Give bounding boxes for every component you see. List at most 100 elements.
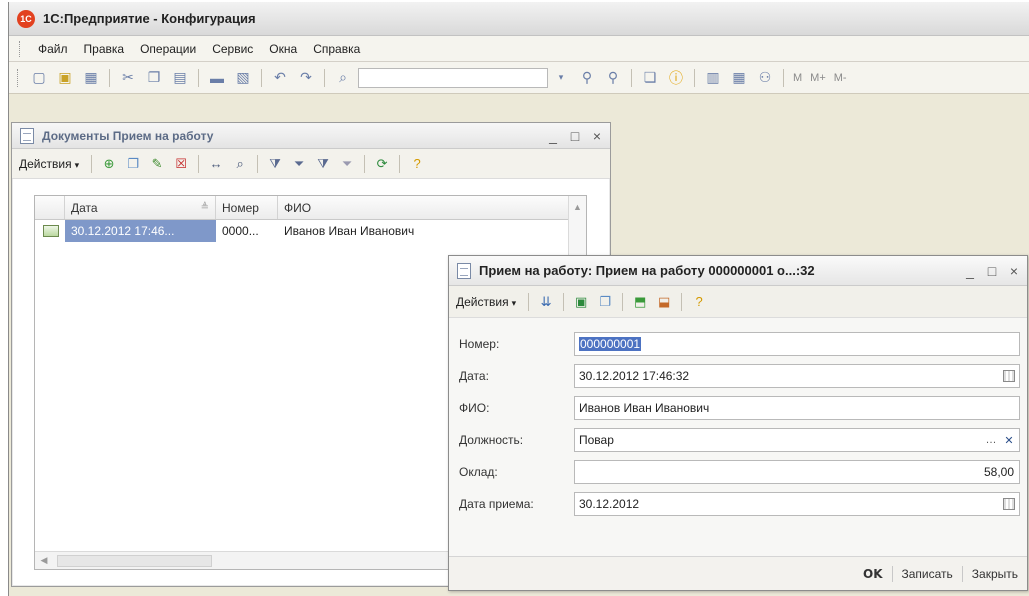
filter-icon[interactable]: ⏷: [288, 153, 310, 175]
copy-document-icon[interactable]: ❐: [594, 291, 616, 313]
find-next-icon[interactable]: ⚲: [602, 67, 624, 89]
filter-set-icon[interactable]: ⧩: [264, 153, 286, 175]
menu-service[interactable]: Сервис: [204, 42, 261, 56]
fio-input[interactable]: Иванов Иван Иванович: [574, 396, 1020, 420]
help-icon[interactable]: ?: [406, 153, 428, 175]
list-window-title-bar[interactable]: Документы Прием на работу _ □ ×: [12, 123, 610, 149]
table-row[interactable]: 30.12.2012 17:46... 0000... Иванов Иван …: [35, 220, 586, 242]
toolbar-separator: [261, 68, 262, 87]
menu-grip-icon: [19, 40, 22, 57]
menu-operations[interactable]: Операции: [132, 42, 204, 56]
salary-value: 58,00: [983, 465, 1014, 479]
hire-date-value: 30.12.2012: [579, 497, 640, 511]
new-document-icon[interactable]: ▢: [28, 67, 50, 89]
salary-input[interactable]: 58,00: [574, 460, 1020, 484]
interval-icon[interactable]: ↔: [205, 153, 227, 175]
post-icon[interactable]: ▣: [570, 291, 592, 313]
minimize-button[interactable]: _: [544, 128, 562, 144]
undo-icon[interactable]: ↶: [269, 67, 291, 89]
cell-date[interactable]: 30.12.2012 17:46...: [65, 220, 216, 242]
close-form-button[interactable]: Закрыть: [963, 567, 1027, 581]
position-value: Повар: [579, 433, 614, 447]
close-button[interactable]: ×: [588, 128, 606, 144]
menu-help[interactable]: Справка: [305, 42, 368, 56]
redo-icon[interactable]: ↷: [295, 67, 317, 89]
clear-icon[interactable]: ✕: [1001, 432, 1017, 448]
column-date-label: Дата: [71, 200, 98, 215]
column-header-date[interactable]: Дата ≜: [65, 196, 216, 219]
number-input[interactable]: 000000001: [574, 332, 1020, 356]
memory-button[interactable]: M: [793, 72, 802, 84]
menu-windows[interactable]: Окна: [261, 42, 305, 56]
structure-icon[interactable]: ⬓: [653, 291, 675, 313]
delete-icon[interactable]: ☒: [170, 153, 192, 175]
save-icon[interactable]: ▦: [80, 67, 102, 89]
add-icon[interactable]: ⊕: [98, 153, 120, 175]
filter-clear-icon[interactable]: ⏷: [336, 153, 358, 175]
memory-minus-button[interactable]: M-: [834, 72, 847, 84]
form-window-title-bar[interactable]: Прием на работу: Прием на работу 0000000…: [449, 256, 1027, 286]
open-icon[interactable]: ▣: [54, 67, 76, 89]
scroll-left-icon[interactable]: ◀: [35, 555, 53, 566]
position-input[interactable]: Повар … ✕: [574, 428, 1020, 452]
fio-value: Иванов Иван Иванович: [579, 401, 710, 415]
column-number-label: Номер: [222, 200, 259, 215]
preview-icon[interactable]: ▧: [232, 67, 254, 89]
minimize-button[interactable]: _: [961, 263, 979, 279]
find-icon[interactable]: ⌕: [229, 153, 251, 175]
cell-fio[interactable]: Иванов Иван Иванович: [278, 220, 568, 242]
hire-document-form-window: Прием на работу: Прием на работу 0000000…: [448, 255, 1028, 591]
paste-icon[interactable]: ▤: [169, 67, 191, 89]
date-field-row: Дата: 30.12.2012 17:46:32: [459, 364, 1020, 388]
cell-number[interactable]: 0000...: [216, 220, 278, 242]
ok-button[interactable]: OK: [854, 567, 892, 581]
window-icon[interactable]: ❏: [639, 67, 661, 89]
cut-icon[interactable]: ✂: [117, 67, 139, 89]
close-button[interactable]: ×: [1005, 263, 1023, 279]
search-input[interactable]: [358, 67, 548, 88]
calendar-icon[interactable]: [1001, 368, 1017, 384]
list-toolbar: Действия ▾ ⊕ ❐ ✎ ☒ ↔ ⌕ ⧩ ⏷ ⧩ ⏷ ⟳ ?: [12, 149, 610, 179]
column-header-number[interactable]: Номер: [216, 196, 278, 219]
column-fio-label: ФИО: [284, 200, 312, 215]
copy-item-icon[interactable]: ❐: [122, 153, 144, 175]
menu-edit[interactable]: Правка: [76, 42, 133, 56]
filter-dropdown-icon[interactable]: ⧩: [312, 153, 334, 175]
users-icon[interactable]: ⚇: [754, 67, 776, 89]
maximize-button[interactable]: □: [566, 128, 584, 144]
calendar-icon[interactable]: [1001, 496, 1017, 512]
search-icon[interactable]: ⌕: [332, 67, 354, 89]
info-icon[interactable]: ⓘ: [665, 67, 687, 89]
select-button[interactable]: …: [983, 432, 999, 448]
toolbar-separator: [364, 154, 366, 173]
toolbar-separator: [783, 68, 784, 87]
menu-file[interactable]: Файл: [30, 42, 76, 56]
app-title-bar: 1С 1С:Предприятие - Конфигурация: [9, 2, 1029, 36]
dropdown-arrow-icon: ▾: [511, 297, 517, 308]
column-header-fio[interactable]: ФИО: [278, 196, 568, 219]
table-icon[interactable]: ▥: [702, 67, 724, 89]
print-icon[interactable]: ▬: [206, 67, 228, 89]
edit-icon[interactable]: ✎: [146, 153, 168, 175]
app-title: 1С:Предприятие - Конфигурация: [43, 11, 256, 26]
actions-menu-button[interactable]: Действия ▾: [453, 295, 519, 309]
copy-icon[interactable]: ❐: [143, 67, 165, 89]
memory-plus-button[interactable]: M+: [810, 72, 826, 84]
save-button[interactable]: Записать: [893, 567, 962, 581]
search-dropdown-icon[interactable]: ▾: [550, 67, 572, 89]
actions-menu-button[interactable]: Действия ▾: [16, 157, 82, 171]
number-label: Номер:: [459, 337, 500, 351]
date-input[interactable]: 30.12.2012 17:46:32: [574, 364, 1020, 388]
find-prev-icon[interactable]: ⚲: [576, 67, 598, 89]
form-toolbar: Действия ▾ ⇊ ▣ ❐ ⬒ ⬓ ?: [449, 286, 1027, 318]
maximize-button[interactable]: □: [983, 263, 1001, 279]
scroll-thumb[interactable]: [57, 554, 212, 567]
scroll-up-icon[interactable]: ▲: [569, 202, 586, 212]
based-on-icon[interactable]: ⬒: [629, 291, 651, 313]
hire-date-input[interactable]: 30.12.2012: [574, 492, 1020, 516]
post-and-close-icon[interactable]: ⇊: [535, 291, 557, 313]
help-icon[interactable]: ?: [688, 291, 710, 313]
salary-field-row: Оклад: 58,00: [459, 460, 1020, 484]
calendar-icon[interactable]: ▦: [728, 67, 750, 89]
refresh-icon[interactable]: ⟳: [371, 153, 393, 175]
